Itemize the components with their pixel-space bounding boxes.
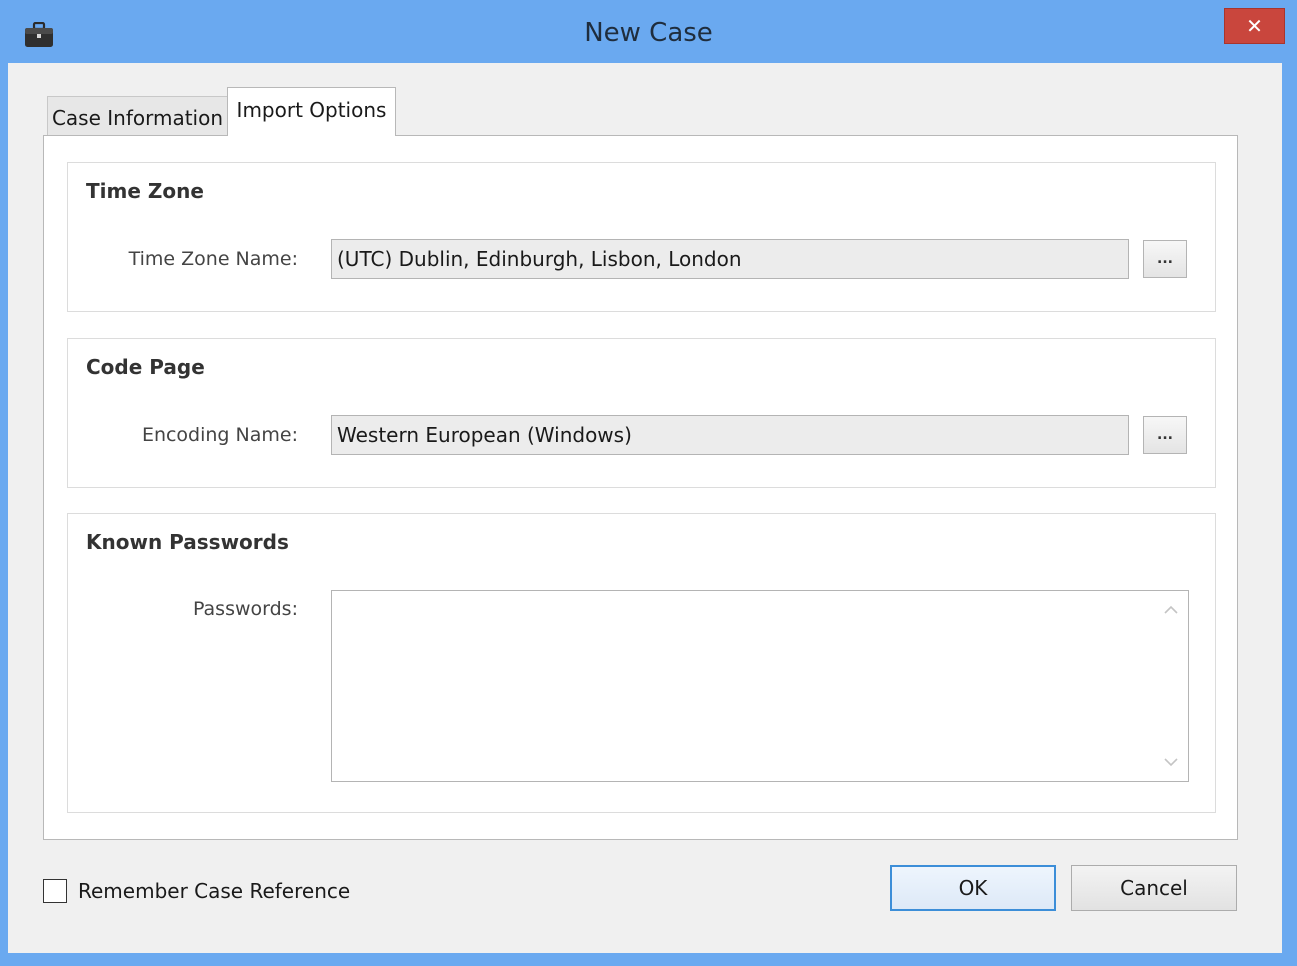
time-zone-name-label: Time Zone Name: bbox=[128, 248, 298, 270]
group-title: Code Page bbox=[86, 355, 205, 379]
tab-case-information[interactable]: Case Information bbox=[47, 96, 228, 136]
passwords-scrollbar[interactable] bbox=[1154, 591, 1188, 781]
close-button[interactable]: ✕ bbox=[1224, 8, 1285, 44]
scroll-up-icon[interactable] bbox=[1154, 595, 1188, 625]
time-zone-browse-button[interactable]: ... bbox=[1143, 240, 1187, 278]
time-zone-name-field[interactable]: (UTC) Dublin, Edinburgh, Lisbon, London bbox=[331, 239, 1129, 279]
remember-case-reference-label: Remember Case Reference bbox=[78, 879, 351, 903]
encoding-browse-button[interactable]: ... bbox=[1143, 416, 1187, 454]
cancel-button[interactable]: Cancel bbox=[1071, 865, 1237, 911]
close-icon: ✕ bbox=[1246, 14, 1263, 38]
encoding-name-label: Encoding Name: bbox=[141, 424, 298, 446]
checkbox-box[interactable] bbox=[43, 879, 67, 903]
tab-label: Case Information bbox=[51, 105, 224, 130]
group-title: Time Zone bbox=[86, 179, 204, 203]
encoding-name-field[interactable]: Western European (Windows) bbox=[331, 415, 1129, 455]
passwords-textarea[interactable] bbox=[331, 590, 1189, 782]
tab-label: Import Options bbox=[236, 98, 387, 122]
scroll-down-icon[interactable] bbox=[1154, 747, 1188, 777]
ok-button[interactable]: OK bbox=[890, 865, 1056, 911]
remember-case-reference-checkbox[interactable]: Remember Case Reference bbox=[43, 878, 350, 904]
dialog-client-area: Case Information Import Options Time Zon… bbox=[8, 63, 1282, 953]
tab-import-options[interactable]: Import Options bbox=[227, 87, 396, 136]
dialog-window: New Case ✕ Case Information Import Optio… bbox=[0, 0, 1297, 966]
title-bar[interactable]: New Case ✕ bbox=[0, 0, 1297, 64]
known-passwords-group: Known Passwords Passwords: bbox=[67, 513, 1216, 813]
code-page-group: Code Page Encoding Name: Western Europea… bbox=[67, 338, 1216, 488]
group-title: Known Passwords bbox=[86, 530, 289, 554]
window-title: New Case bbox=[584, 18, 713, 48]
import-options-panel: Time Zone Time Zone Name: (UTC) Dublin, … bbox=[43, 135, 1238, 840]
passwords-label: Passwords: bbox=[192, 598, 298, 620]
time-zone-group: Time Zone Time Zone Name: (UTC) Dublin, … bbox=[67, 162, 1216, 312]
